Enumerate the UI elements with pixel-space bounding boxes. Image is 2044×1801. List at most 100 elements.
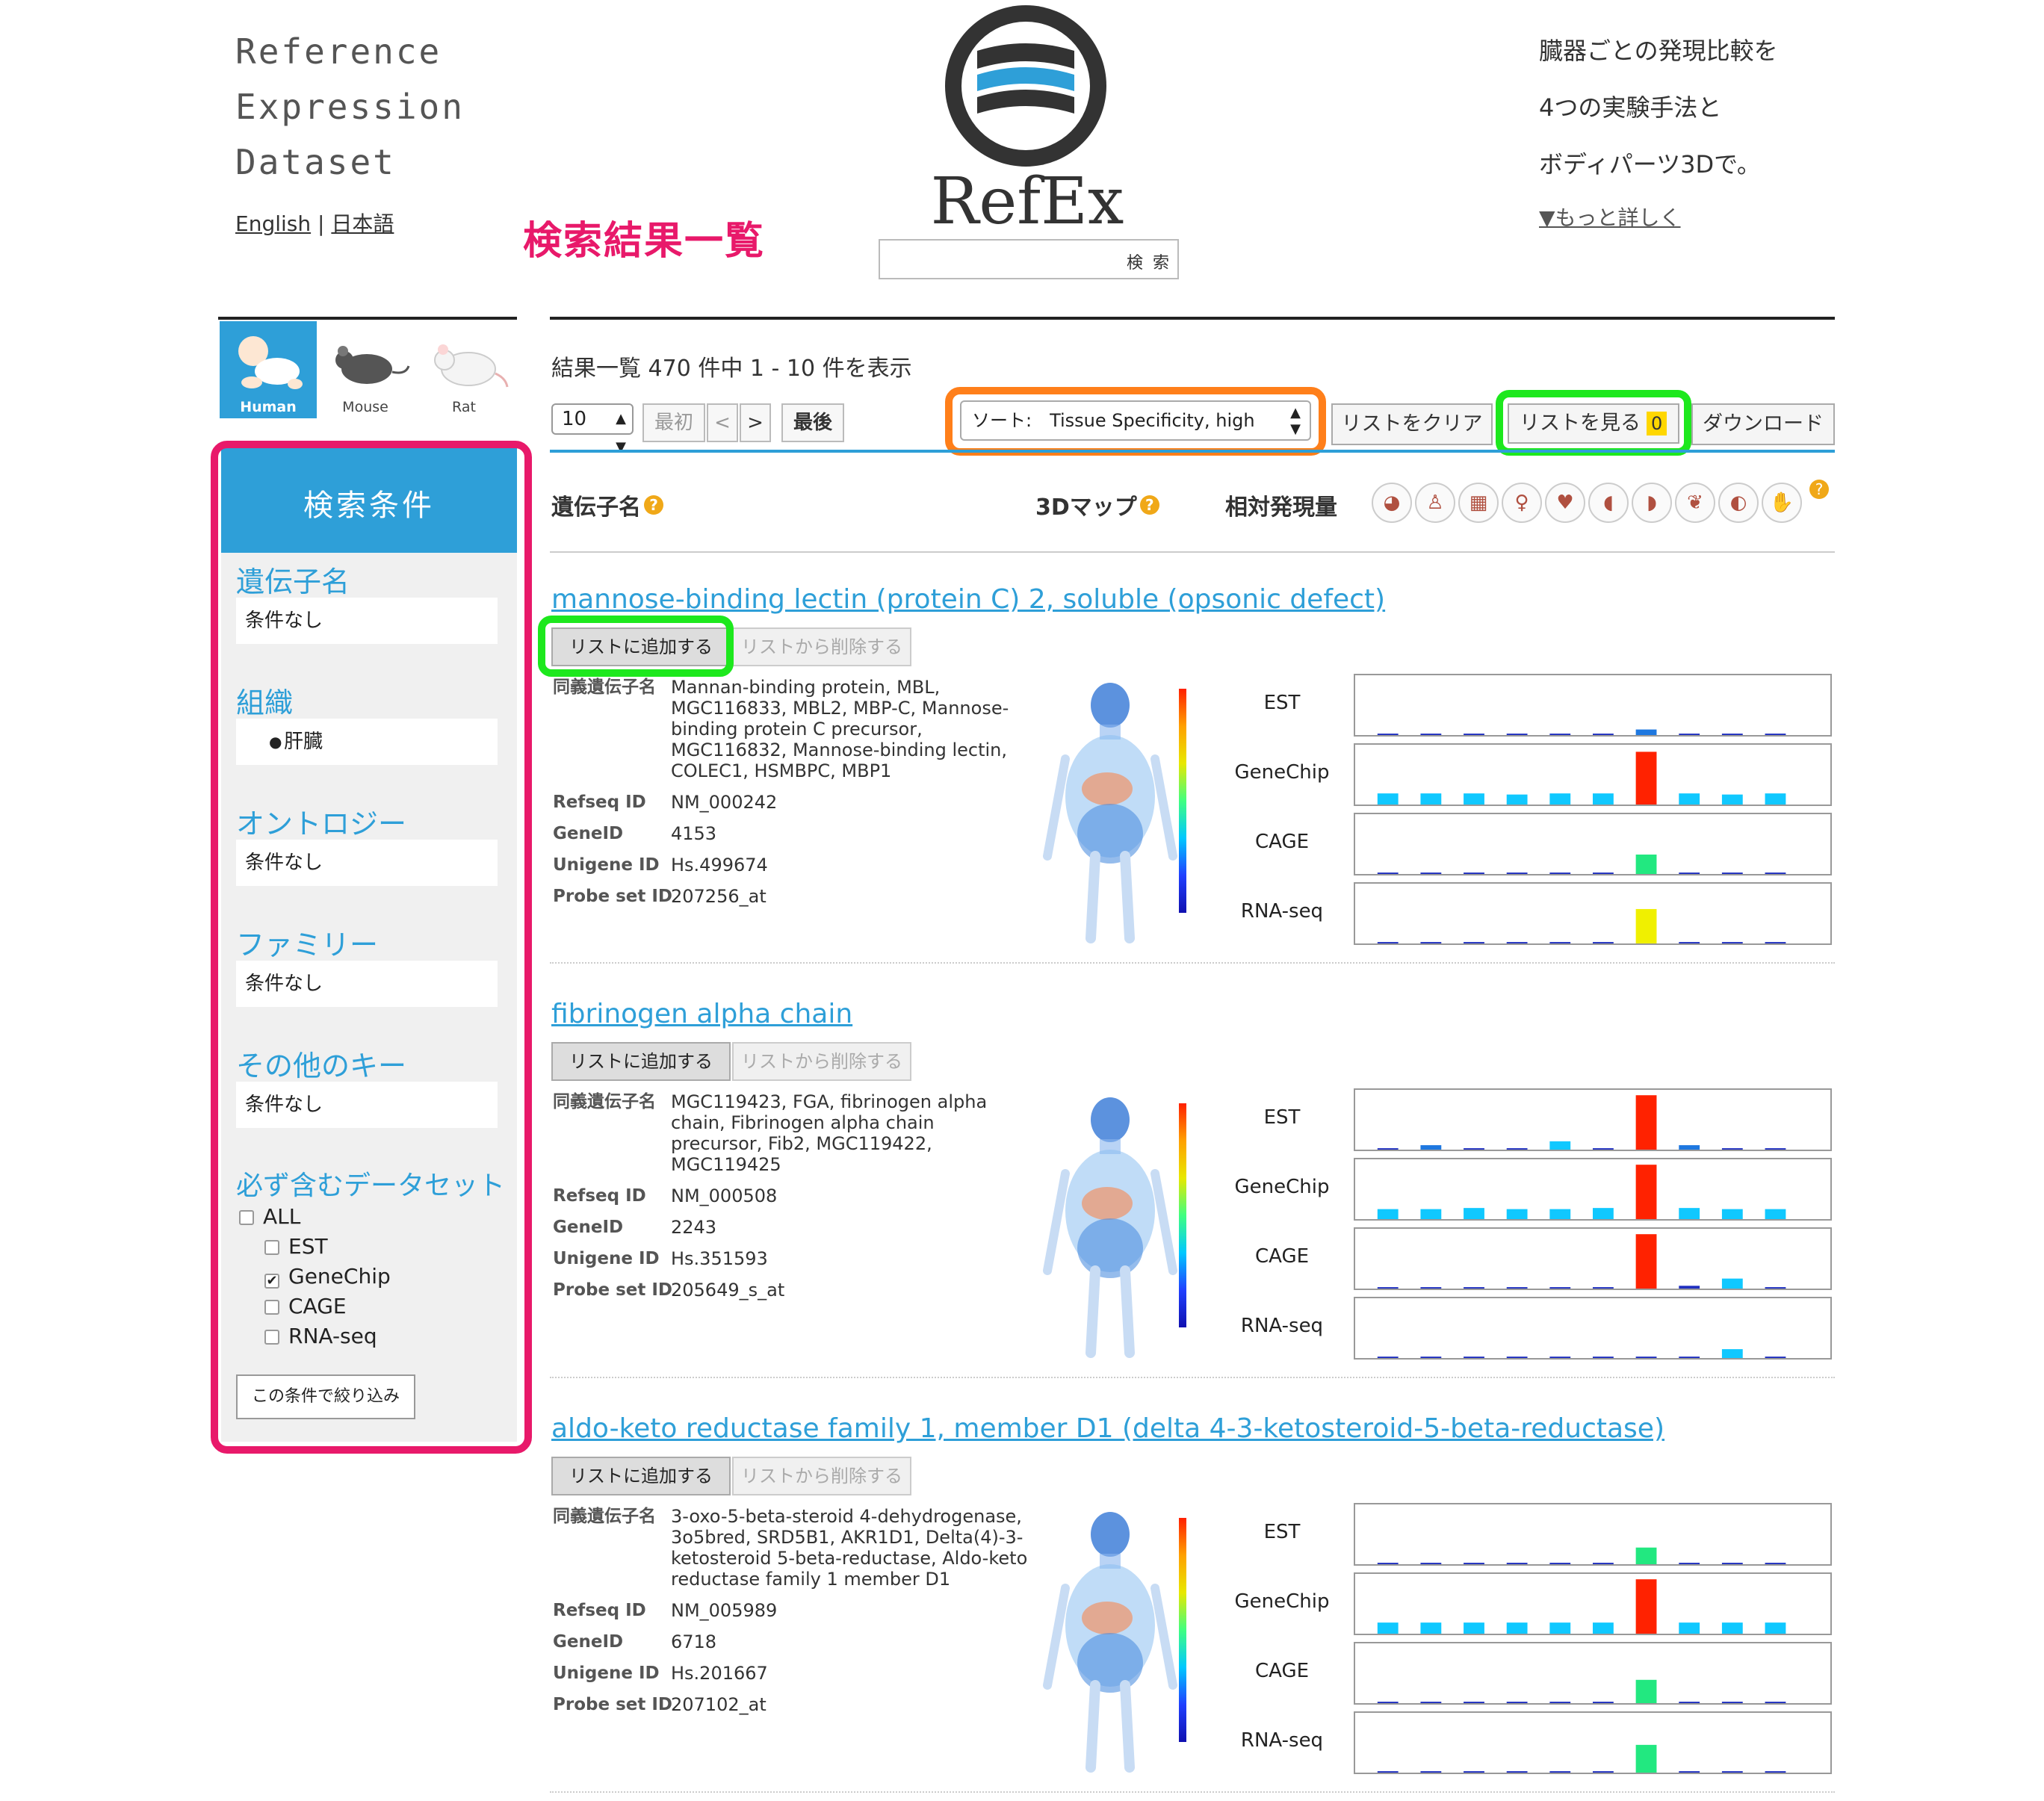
expression-bar — [1420, 1622, 1442, 1634]
expression-bar — [1721, 1563, 1743, 1564]
remove-from-list-button[interactable]: リストから削除する — [732, 627, 911, 666]
expression-bar — [1721, 942, 1743, 943]
expression-bar — [1679, 1702, 1700, 1703]
probe-key: Probe set ID — [553, 1695, 673, 1714]
page-size-select[interactable]: 10 ▲ ▼ — [551, 403, 634, 455]
gene-result-card: mannose-binding lectin (protein C) 2, so… — [538, 584, 1835, 988]
expression-bar — [1765, 1357, 1786, 1358]
gene-title-link[interactable]: mannose-binding lectin (protein C) 2, so… — [551, 584, 1385, 615]
expression-bar — [1679, 1563, 1700, 1564]
geneid-key: GeneID — [553, 1632, 624, 1652]
next-page-button[interactable]: > — [740, 403, 771, 442]
help-icon[interactable]: ? — [1809, 480, 1829, 499]
dataset-label: CAGE — [1254, 1660, 1310, 1682]
synonyms-value: Mannan-binding protein, MBL, MGC116833, … — [671, 677, 1009, 781]
expression-bar — [1635, 1579, 1657, 1634]
brain-icon[interactable]: ◕ — [1372, 483, 1412, 523]
sort-select[interactable]: ソート: Tissue Specificity, high ▲ ▼ — [960, 400, 1311, 441]
dataset-label: EST — [1263, 1521, 1301, 1543]
lung-icon[interactable]: ❦ — [1675, 483, 1715, 523]
expression-bar — [1549, 942, 1571, 943]
language-switcher: English | 日本語 — [235, 208, 394, 238]
species-label: Rat — [452, 399, 476, 415]
species-label: Human — [240, 399, 297, 415]
view-list-button[interactable]: リストを見る 0 — [1508, 403, 1679, 444]
header-rule — [550, 551, 1835, 553]
color-scale-bar — [1179, 1103, 1186, 1327]
expression-bar — [1464, 1357, 1484, 1358]
geneid-value: 2243 — [671, 1217, 717, 1238]
clear-list-button[interactable]: リストをクリア — [1331, 403, 1493, 445]
expression-bar — [1635, 1095, 1657, 1150]
baby-icon — [238, 336, 303, 389]
gene-title-link[interactable]: aldo-keto reductase family 1, member D1 … — [551, 1413, 1664, 1444]
expression-bar — [1593, 872, 1614, 874]
expression-bar — [1420, 734, 1442, 735]
species-tab-human[interactable]: Human — [220, 321, 317, 418]
expression-bar — [1721, 872, 1743, 874]
body-3d-map-icon[interactable] — [1035, 1091, 1185, 1360]
lang-separator: | — [318, 211, 325, 236]
expression-bar — [1506, 1357, 1528, 1358]
lang-english-link[interactable]: English — [235, 211, 311, 236]
expression-bar — [1593, 793, 1614, 805]
stomach-icon[interactable]: ◖ — [1588, 483, 1629, 523]
dataset-label: GeneChip — [1234, 1590, 1330, 1613]
help-icon[interactable]: ? — [644, 495, 663, 515]
liver-icon[interactable]: ◗ — [1632, 483, 1672, 523]
muscle-icon[interactable]: ✋ — [1762, 483, 1802, 523]
mouse-icon — [335, 346, 410, 384]
expression-bar — [1420, 1563, 1442, 1564]
annotation-highlight-filter — [211, 441, 532, 1454]
expression-bar — [1679, 942, 1700, 943]
nervous-system-icon[interactable]: ♙ — [1415, 483, 1455, 523]
search-button[interactable]: 検 索 — [1127, 249, 1171, 273]
last-page-button[interactable]: 最後 — [781, 403, 844, 442]
expression-bar — [1464, 942, 1484, 943]
expression-bar — [1377, 1563, 1399, 1564]
annotation-label: 検索結果一覧 — [523, 219, 766, 264]
expression-bar — [1635, 751, 1657, 805]
heart-icon[interactable]: ♥ — [1545, 483, 1585, 523]
refex-logo-icon[interactable] — [940, 0, 1112, 172]
search-input[interactable]: 検 索 — [879, 239, 1179, 279]
bone-marrow-icon[interactable]: ▦ — [1458, 483, 1499, 523]
species-tab-mouse[interactable]: Mouse — [317, 321, 414, 418]
dataset-label: RNA-seq — [1240, 1315, 1324, 1337]
expression-bar — [1765, 1148, 1786, 1150]
sort-value: ソート: Tissue Specificity, high — [972, 410, 1255, 431]
uterus-icon[interactable]: ♀ — [1502, 483, 1542, 523]
remove-from-list-button[interactable]: リストから削除する — [732, 1042, 911, 1081]
body-3d-map-icon[interactable] — [1035, 1506, 1185, 1775]
expression-bar — [1549, 734, 1571, 735]
expression-bar — [1635, 1744, 1657, 1773]
expression-bar — [1721, 1278, 1743, 1289]
geneid-row: GeneID 6718 — [553, 1631, 1031, 1652]
site-description: 臓器ごとの発現比較を 4つの実験手法と ボディパーツ3Dで。 — [1539, 22, 1778, 193]
species-tab-rat[interactable]: Rat — [415, 321, 512, 418]
more-details-link[interactable]: ▼もっと詳しく — [1539, 202, 1681, 232]
expression-bar — [1765, 734, 1786, 735]
expression-bar — [1765, 942, 1786, 943]
expression-chart-est — [1354, 1503, 1832, 1566]
gene-title-link[interactable]: fibrinogen alpha chain — [551, 999, 852, 1029]
help-icon[interactable]: ? — [1139, 495, 1159, 515]
prev-page-button[interactable]: < — [707, 403, 738, 442]
geneid-value: 6718 — [671, 1631, 717, 1652]
remove-from-list-button[interactable]: リストから削除する — [732, 1457, 911, 1495]
probe-value: 205649_s_at — [671, 1280, 785, 1301]
expression-bar — [1464, 1563, 1484, 1564]
add-to-list-button[interactable]: リストに追加する — [551, 1042, 731, 1081]
geneid-row: GeneID 4153 — [553, 823, 1031, 844]
kidney-icon[interactable]: ◐ — [1718, 483, 1759, 523]
expression-bar — [1377, 942, 1399, 943]
body-3d-map-icon[interactable] — [1035, 677, 1185, 946]
first-page-button[interactable]: 最初 — [642, 403, 705, 442]
expression-bar — [1765, 1287, 1786, 1289]
expression-bar — [1635, 729, 1657, 735]
expression-bar — [1420, 1287, 1442, 1289]
expression-bar — [1679, 734, 1700, 735]
lang-japanese-link[interactable]: 日本語 — [331, 211, 394, 236]
download-button[interactable]: ダウンロード — [1691, 403, 1835, 445]
add-to-list-button[interactable]: リストに追加する — [551, 1457, 731, 1495]
